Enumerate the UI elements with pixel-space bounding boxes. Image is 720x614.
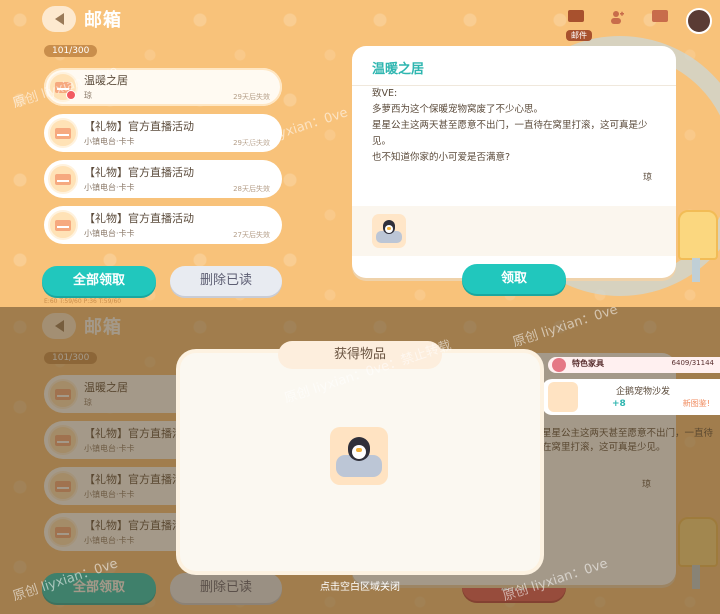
- modal-title: 获得物品: [278, 341, 442, 369]
- mail-list: 温暖之居 琼 29天后失效 【礼物】官方直播活动 小镇电台·卡卡 29天后失效 …: [44, 68, 282, 252]
- mail-item[interactable]: 【礼物】官方直播活动 小镇电台·卡卡 27天后失效: [44, 206, 282, 244]
- mail-item[interactable]: 温暖之居 琼 29天后失效: [44, 68, 282, 106]
- attachment-item[interactable]: [372, 214, 406, 248]
- furniture-heart-icon: [552, 358, 566, 372]
- mail-count-badge: 101/300: [44, 45, 98, 57]
- mail-send-icon[interactable]: [652, 10, 668, 22]
- mail-sender: 小镇电台·卡卡: [84, 183, 135, 192]
- gained-item-card: 企鹅宠物沙发 +8 新图鉴!: [542, 379, 720, 415]
- mailbox-screen: 邮箱 101/300 邮件 温暖之居 琼 29天后失效 【礼物】官方直播活动 小…: [0, 0, 720, 307]
- mailbox-decor: [674, 210, 720, 282]
- mail-expire: 27天后失效: [233, 231, 270, 239]
- special-furniture-label: 特色家具: [572, 359, 604, 368]
- detail-line: 星星公主这两天甚至愿意不出门，一直待在窝里打滚，这可真是少见。: [372, 120, 648, 147]
- penguin-sofa-icon: [376, 219, 402, 243]
- mail-detail-panel: 温暖之居 致VE: 多萝西为这个保暖宠物窝废了不少心思。 星星公主这两天甚至愿意…: [352, 46, 676, 278]
- mail-sender: 小镇电台·卡卡: [84, 229, 135, 238]
- claim-button[interactable]: 领取: [462, 264, 566, 294]
- page-title: 邮箱: [84, 10, 122, 31]
- delete-read-button[interactable]: 删除已读: [170, 266, 282, 296]
- claim-all-button[interactable]: 全部领取: [42, 266, 156, 296]
- detail-signature: 琼: [642, 173, 652, 183]
- reward-item[interactable]: [330, 427, 388, 485]
- item-thumb: [548, 382, 578, 412]
- item-name: 企鹅宠物沙发: [616, 387, 671, 397]
- profile-avatar[interactable]: [686, 8, 712, 34]
- mail-sender: 琼: [84, 91, 92, 100]
- reward-popup-screen: 邮箱 101/300 温暖之居 琼 【礼物】官方直播活动 小镇电台·卡卡 【礼物…: [0, 307, 720, 614]
- mail-envelope-icon: [48, 210, 78, 240]
- mail-name: 温暖之居: [84, 74, 128, 87]
- mail-item[interactable]: 【礼物】官方直播活动 小镇电台·卡卡 28天后失效: [44, 160, 282, 198]
- mail-envelope-icon: [48, 164, 78, 194]
- tab-mail[interactable]: 邮件: [566, 30, 592, 41]
- attachment-area: [352, 206, 676, 256]
- detail-greeting: 致VE:: [372, 88, 398, 99]
- header-icons: 邮件: [540, 6, 720, 41]
- add-friend-icon[interactable]: [610, 9, 624, 24]
- detail-line: 多萝西为这个保暖宠物窝废了不少心思。: [372, 104, 544, 115]
- mail-envelope-icon: [48, 118, 78, 148]
- mail-icon[interactable]: [568, 10, 584, 22]
- close-hint: 点击空白区域关闭: [320, 582, 400, 593]
- mail-expire: 28天后失效: [233, 185, 270, 193]
- special-furniture-tag: 特色家具 6409/31144: [548, 357, 720, 373]
- mail-name: 【礼物】官方直播活动: [84, 166, 194, 179]
- furniture-counter: 6409/31144: [671, 359, 714, 367]
- mail-expire: 29天后失效: [233, 139, 270, 147]
- detail-title: 温暖之居: [372, 62, 425, 77]
- mail-item[interactable]: 【礼物】官方直播活动 小镇电台·卡卡 29天后失效: [44, 114, 282, 152]
- mail-name: 【礼物】官方直播活动: [84, 212, 194, 225]
- mail-sender: 小镇电台·卡卡: [84, 137, 135, 146]
- detail-body: 致VE: 多萝西为这个保暖宠物窝废了不少心思。 星星公主这两天甚至愿意不出门，一…: [372, 86, 662, 166]
- unread-badge: [66, 90, 76, 100]
- mail-expire: 29天后失效: [233, 93, 270, 101]
- new-collection-tag: 新图鉴!: [682, 399, 710, 408]
- item-gain: +8: [612, 399, 626, 409]
- back-button[interactable]: [42, 6, 76, 32]
- mail-name: 【礼物】官方直播活动: [84, 120, 194, 133]
- detail-line: 也不知道你家的小可爱是否满意?: [372, 152, 511, 163]
- back-arrow-icon: [54, 13, 64, 25]
- penguin-sofa-icon: [336, 435, 382, 477]
- status-footer: E:60 T:59/60 P:36 T:59/60: [44, 298, 122, 305]
